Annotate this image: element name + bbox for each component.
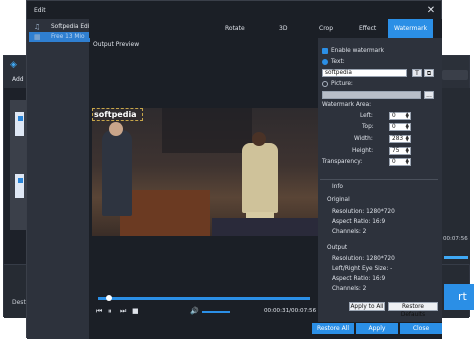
info-header: Info bbox=[332, 184, 343, 190]
video-stage-light bbox=[162, 108, 252, 153]
edit-dialog: Edit ✕ ♫ Softpedia Edit... ▦ Free 13 Mio… bbox=[26, 0, 442, 339]
apply-button[interactable]: Apply bbox=[356, 323, 398, 334]
watermark-text-input[interactable]: softpedia bbox=[322, 69, 407, 77]
stepper-arrows-icon[interactable]: ▲ ▼ bbox=[406, 147, 409, 155]
file-list-item-selected[interactable]: ▦ Free 13 Mio bbox=[29, 32, 91, 42]
color-button[interactable]: ⧉ bbox=[424, 69, 434, 77]
dialog-title-bar: Edit ✕ bbox=[27, 1, 441, 19]
height-label: Height: bbox=[352, 148, 374, 154]
divider bbox=[320, 179, 438, 180]
text-radio[interactable] bbox=[322, 59, 328, 65]
watermark-area-label: Watermark Area: bbox=[322, 102, 372, 108]
original-aspect-ratio: Aspect Ratio: 16:9 bbox=[332, 219, 386, 225]
browse-button[interactable]: ... bbox=[424, 91, 434, 99]
output-aspect-ratio: Aspect Ratio: 16:9 bbox=[332, 276, 386, 282]
video-person-left bbox=[102, 130, 132, 216]
left-value: 0 bbox=[392, 113, 396, 119]
background-toolbar-control[interactable] bbox=[442, 70, 468, 80]
stepper-arrows-icon[interactable]: ▲ ▼ bbox=[406, 135, 409, 143]
top-stepper[interactable]: 0 ▲ ▼ bbox=[389, 123, 411, 131]
convert-button[interactable]: rt bbox=[444, 284, 474, 310]
watermark-settings-panel: Enable watermark Text: softpedia T ⧉ Pic… bbox=[318, 38, 442, 322]
edit-tabs: Rotate 3D Crop Effect Watermark bbox=[89, 19, 442, 38]
file-list-item[interactable]: ♫ Softpedia Edit... bbox=[29, 22, 97, 32]
volume-icon[interactable]: 🔊 bbox=[190, 307, 199, 315]
close-button[interactable]: Close bbox=[400, 323, 442, 334]
stepper-arrows-icon[interactable]: ▲ ▼ bbox=[406, 112, 409, 120]
app-logo-icon: ◈ bbox=[10, 60, 17, 70]
tab-crop[interactable]: Crop bbox=[319, 19, 333, 38]
left-stepper[interactable]: 0 ▲ ▼ bbox=[389, 112, 411, 120]
watermark-overlay[interactable]: softpedia bbox=[92, 108, 143, 121]
stepper-arrows-icon[interactable]: ▲ ▼ bbox=[406, 158, 409, 166]
stepper-arrows-icon[interactable]: ▲ ▼ bbox=[406, 123, 409, 131]
picture-radio[interactable] bbox=[322, 81, 328, 87]
volume-slider[interactable] bbox=[202, 311, 230, 313]
output-preview-label: Output Preview bbox=[93, 41, 140, 48]
background-progress-bar[interactable] bbox=[444, 256, 468, 259]
original-resolution: Resolution: 1280*720 bbox=[332, 209, 395, 215]
seek-bar[interactable] bbox=[98, 297, 310, 300]
output-eye-size: Left/Right Eye Size: - bbox=[332, 266, 393, 272]
pause-icon[interactable]: ⏸ bbox=[108, 307, 112, 316]
width-value: 283 bbox=[392, 136, 404, 142]
apply-to-all-button[interactable]: Apply to All bbox=[349, 302, 385, 311]
restore-defaults-button[interactable]: Restore Defaults bbox=[388, 302, 438, 318]
video-rug bbox=[212, 218, 318, 236]
playback-controls: ⏮ ⏸ ⏭ ■ 🔊 00:00:31/00:07:56 bbox=[90, 283, 318, 323]
height-value: 75 bbox=[392, 148, 400, 154]
height-stepper[interactable]: 75 ▲ ▼ bbox=[389, 147, 411, 155]
restore-all-button[interactable]: Restore All bbox=[312, 323, 354, 334]
transparency-stepper[interactable]: 0 ▲ ▼ bbox=[389, 158, 411, 166]
tab-3d[interactable]: 3D bbox=[279, 19, 287, 38]
output-channels: Channels: 2 bbox=[332, 286, 367, 292]
picture-path-input[interactable] bbox=[322, 91, 421, 99]
video-person-right bbox=[242, 143, 278, 213]
top-label: Top: bbox=[362, 124, 374, 130]
background-checkbox[interactable] bbox=[18, 178, 23, 183]
text-option-label: Text: bbox=[331, 59, 345, 65]
video-person-right-head bbox=[252, 132, 266, 146]
background-checkbox[interactable] bbox=[18, 116, 23, 121]
width-stepper[interactable]: 283 ▲ ▼ bbox=[389, 135, 411, 143]
output-resolution: Resolution: 1280*720 bbox=[332, 256, 395, 262]
font-button[interactable]: T bbox=[412, 69, 422, 77]
width-label: Width: bbox=[354, 136, 373, 142]
skip-forward-icon[interactable]: ⏭ bbox=[120, 307, 126, 316]
add-file-label[interactable]: Add bbox=[12, 76, 24, 83]
video-person-left-head bbox=[109, 122, 123, 136]
original-header: Original bbox=[327, 197, 350, 203]
video-preview: softpedia bbox=[92, 108, 318, 236]
music-note-icon: ♫ bbox=[34, 23, 41, 31]
transparency-value: 0 bbox=[392, 159, 396, 165]
dialog-footer: Restore All Apply Close bbox=[89, 322, 442, 339]
film-icon: ▦ bbox=[34, 33, 41, 41]
picture-option-label: Picture: bbox=[331, 81, 353, 87]
transparency-label: Transparency: bbox=[322, 159, 363, 165]
original-channels: Channels: 2 bbox=[332, 229, 367, 235]
background-time-display: 00:07:56 bbox=[443, 236, 468, 242]
file-list: ♫ Softpedia Edit... ▦ Free 13 Mio bbox=[27, 19, 97, 339]
stop-icon[interactable]: ■ bbox=[132, 307, 139, 315]
enable-watermark-checkbox[interactable] bbox=[322, 48, 328, 54]
enable-watermark-label: Enable watermark bbox=[331, 48, 384, 54]
skip-back-icon[interactable]: ⏮ bbox=[96, 307, 102, 316]
seek-handle[interactable] bbox=[106, 295, 112, 301]
tab-effect[interactable]: Effect bbox=[359, 19, 376, 38]
video-desk bbox=[120, 190, 210, 236]
tab-rotate[interactable]: Rotate bbox=[225, 19, 245, 38]
top-value: 0 bbox=[392, 124, 396, 130]
left-label: Left: bbox=[360, 113, 373, 119]
output-header: Output bbox=[327, 245, 348, 251]
dialog-title: Edit bbox=[34, 7, 46, 14]
time-display: 00:00:31/00:07:56 bbox=[264, 308, 317, 314]
tab-watermark[interactable]: Watermark bbox=[388, 19, 433, 38]
file-name: Free 13 Mio bbox=[51, 34, 85, 40]
close-icon[interactable]: ✕ bbox=[425, 5, 437, 17]
